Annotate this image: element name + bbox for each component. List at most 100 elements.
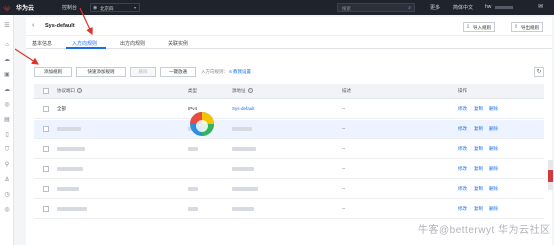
copy-link[interactable]: 复制 — [474, 146, 483, 152]
delete-link[interactable]: 删除 — [489, 186, 498, 192]
delete-link[interactable]: 删除 — [489, 166, 498, 172]
redacted-type — [188, 147, 198, 151]
modify-link[interactable]: 修改 — [458, 126, 467, 132]
tab-associated-instances[interactable]: 关联实例 — [168, 40, 188, 47]
security-group-detail: ‹ Sys-default ⇩ 导入规则 ⇧ 导出规则 基本信息 入方向规则 出… — [26, 17, 552, 245]
table-row[interactable]: -- 修改 复制 删除 — [34, 200, 544, 219]
refresh-icon[interactable]: ↻ — [534, 67, 544, 77]
anchor-icon[interactable]: ⚓ — [3, 176, 11, 184]
copy-link[interactable]: 复制 — [474, 126, 483, 132]
select-all-checkbox[interactable] — [43, 88, 49, 94]
chevron-down-icon: ▾ — [133, 5, 136, 10]
cloud-storage-icon[interactable]: ☁ — [3, 86, 11, 94]
cell-source-link[interactable]: Sys-default — [232, 106, 255, 111]
cloud-icon[interactable]: ☁ — [3, 56, 11, 64]
table-row[interactable]: 全部 IPv4 Sys-default -- 修改 复制 删除 — [34, 100, 544, 119]
modify-link[interactable]: 修改 — [458, 166, 467, 172]
search-icon[interactable]: ⌕ — [408, 5, 411, 11]
tab-inbound-rules[interactable]: 入方向规则 — [72, 40, 97, 47]
row-checkbox[interactable] — [43, 166, 49, 172]
cell-description: -- — [342, 206, 345, 211]
add-rule-button[interactable]: 添加规则 — [34, 67, 72, 77]
top-navigation-bar: 华为云 控制台 ◉ 北京四 ▾ 搜索 ⌕ 更多 简体中文 hw ✉ — [0, 0, 554, 15]
notification-icon[interactable]: ✉ — [538, 3, 543, 10]
import-icon: ⇩ — [466, 24, 471, 30]
column-source: 源地址? — [232, 88, 253, 94]
row-checkbox[interactable] — [43, 146, 49, 152]
rule-count: 6 — [229, 69, 232, 74]
quick-add-rule-button[interactable]: 快速添加规则 — [76, 67, 126, 77]
help-setup-link[interactable]: 教我设置 — [233, 69, 251, 74]
tab-bar: 基本信息 入方向规则 出方向规则 关联实例 — [26, 37, 552, 49]
location-icon: ◉ — [93, 5, 98, 11]
cell-description: -- — [342, 106, 345, 111]
username: hw — [485, 4, 492, 10]
cell-description: -- — [342, 186, 345, 191]
shield-icon[interactable]: ⛉ — [3, 146, 11, 154]
redacted-type — [188, 187, 198, 191]
delete-button[interactable]: 删除 — [130, 67, 156, 77]
redacted-protocol-port — [57, 207, 87, 211]
copy-link[interactable]: 复制 — [474, 186, 483, 192]
table-row[interactable]: -- 修改 复制 删除 — [34, 140, 544, 159]
copy-link[interactable]: 复制 — [474, 206, 483, 212]
modify-link[interactable]: 修改 — [458, 186, 467, 192]
user-menu[interactable]: hw — [485, 3, 525, 12]
row-checkbox[interactable] — [43, 186, 49, 192]
active-tab-indicator — [66, 47, 106, 49]
row-checkbox[interactable] — [43, 126, 49, 132]
server-icon[interactable]: ▣ — [3, 71, 11, 79]
copy-link[interactable]: 复制 — [474, 166, 483, 172]
clock-icon[interactable]: ◷ — [3, 191, 11, 199]
back-arrow-icon[interactable]: ‹ — [32, 22, 34, 29]
modify-link[interactable]: 修改 — [458, 206, 467, 212]
document-icon[interactable]: ▯ — [3, 131, 11, 139]
row-checkbox[interactable] — [43, 106, 49, 112]
column-description: 描述 — [342, 88, 351, 93]
security-icon[interactable]: ⚲ — [3, 161, 11, 169]
row-checkbox[interactable] — [43, 206, 49, 212]
database-icon[interactable]: ▤ — [3, 116, 11, 124]
scrollbar-thumb[interactable] — [548, 170, 553, 182]
console-link[interactable]: 控制台 — [62, 4, 77, 11]
delete-link[interactable]: 删除 — [489, 206, 498, 212]
delete-link[interactable]: 删除 — [489, 106, 498, 112]
help-icon[interactable]: ? — [77, 88, 82, 93]
one-click-allow-button[interactable]: 一键放通 — [160, 67, 196, 77]
cell-description: -- — [342, 126, 345, 131]
export-rules-button[interactable]: ⇧ 导出规则 — [511, 22, 543, 32]
brand-name[interactable]: 华为云 — [16, 3, 34, 12]
modify-link[interactable]: 修改 — [458, 146, 467, 152]
delete-link[interactable]: 删除 — [489, 126, 498, 132]
more-link[interactable]: 更多 — [430, 4, 440, 11]
copy-link[interactable]: 复制 — [474, 106, 483, 112]
tab-outbound-rules[interactable]: 出方向规则 — [120, 40, 145, 47]
redacted-protocol-port — [57, 147, 85, 151]
delete-link[interactable]: 删除 — [489, 146, 498, 152]
redacted-source — [232, 167, 254, 171]
export-rules-label: 导出规则 — [521, 24, 539, 30]
page-header: ‹ Sys-default ⇩ 导入规则 ⇧ 导出规则 — [26, 17, 552, 36]
table-header: 协议端口? 类型 源地址? 描述 操作 — [34, 84, 544, 99]
language-link[interactable]: 简体中文 — [453, 4, 473, 11]
network-icon[interactable]: ◎ — [3, 101, 11, 109]
menu-icon[interactable]: ☰ — [3, 22, 11, 30]
table-row[interactable]: -- 修改 复制 删除 — [34, 160, 544, 179]
redacted-source — [232, 147, 256, 151]
tab-basic-info[interactable]: 基本信息 — [32, 40, 52, 47]
import-rules-button[interactable]: ⇩ 导入规则 — [463, 22, 495, 32]
home-icon[interactable]: ⌂ — [3, 41, 11, 49]
app-logo-image — [190, 112, 214, 136]
export-icon: ⇧ — [514, 24, 519, 30]
redacted-type — [188, 207, 198, 211]
search-placeholder: 搜索 — [342, 5, 351, 11]
target-icon[interactable]: ◎ — [3, 206, 11, 214]
region-selector[interactable]: ◉ 北京四 ▾ — [90, 3, 140, 12]
table-row[interactable]: -- 修改 复制 删除 — [34, 120, 544, 139]
column-actions: 操作 — [458, 88, 467, 93]
search-input[interactable]: 搜索 ⌕ — [337, 3, 415, 12]
table-row[interactable]: -- 修改 复制 删除 — [34, 180, 544, 199]
column-protocol-port-label: 协议端口 — [57, 88, 75, 93]
help-icon[interactable]: ? — [247, 88, 253, 93]
modify-link[interactable]: 修改 — [458, 106, 467, 112]
